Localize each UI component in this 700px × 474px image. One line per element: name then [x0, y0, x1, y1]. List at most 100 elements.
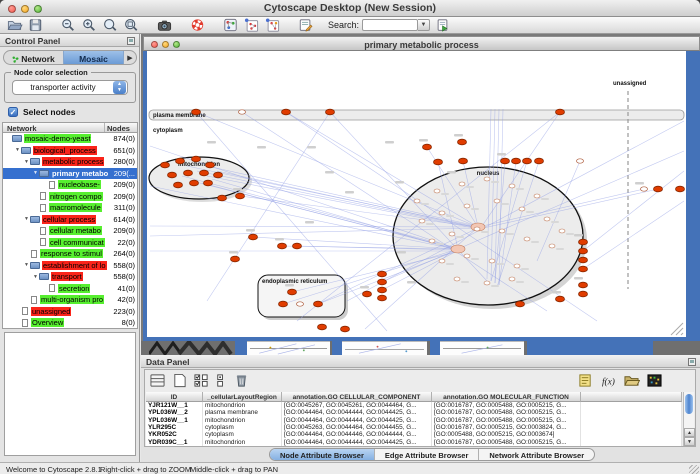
tab-node-attribute-browser[interactable]: Node Attribute Browser	[270, 449, 375, 460]
expand-arrow-icon[interactable]: ▼	[23, 159, 30, 165]
tree-row[interactable]: ▼metabolic process280(0)	[3, 156, 137, 168]
column-header[interactable]	[581, 392, 682, 402]
network-node[interactable]	[556, 109, 565, 115]
nucleus-node[interactable]	[509, 277, 515, 281]
snapshot-camera-icon[interactable]	[156, 18, 173, 32]
float-panel-icon[interactable]	[688, 358, 696, 366]
table-cell[interactable]: cytoplasm	[203, 431, 282, 438]
network-node[interactable]	[579, 291, 588, 297]
tab-edge-attribute-browser[interactable]: Edge Attribute Browser	[375, 449, 479, 460]
table-cell[interactable]: plasma membrane	[203, 409, 282, 416]
nucleus-node[interactable]	[509, 184, 515, 188]
attribute-table-icon[interactable]	[149, 373, 166, 388]
network-node[interactable]	[579, 248, 588, 254]
network-node-unselected[interactable]	[239, 110, 246, 114]
formula-icon[interactable]: f(x)	[600, 373, 617, 388]
table-cell[interactable]: [GO:0005488, GO:0005215, GO:0003674]	[432, 431, 581, 438]
open-file-icon[interactable]	[6, 18, 23, 32]
expand-arrow-icon[interactable]: ▼	[14, 147, 21, 153]
table-cell[interactable]: YDR039C__1	[146, 439, 203, 446]
birdseye-view-panel[interactable]	[4, 332, 136, 456]
notes-icon[interactable]	[577, 373, 594, 388]
table-cell[interactable]: mitochondrion	[203, 417, 282, 424]
network-node[interactable]	[378, 271, 387, 277]
network-node[interactable]	[378, 295, 387, 301]
network-node[interactable]	[236, 193, 245, 199]
network-node[interactable]	[318, 324, 327, 330]
network-node[interactable]	[423, 144, 432, 150]
select-attributes-icon[interactable]	[193, 373, 210, 388]
tab-mosaic[interactable]: Mosaic	[63, 51, 124, 64]
table-cell[interactable]: [GO:0044464, GO:0044446, GO:0044444, G..…	[282, 431, 432, 438]
nucleus-node[interactable]	[429, 239, 435, 243]
search-input[interactable]	[362, 19, 418, 31]
network-node[interactable]	[556, 296, 565, 302]
network-node[interactable]	[314, 301, 323, 307]
network-node[interactable]	[176, 158, 185, 164]
tab-scroll-right-icon[interactable]: ▶	[124, 54, 136, 62]
tree-row[interactable]: nitrogen compo209(0)	[3, 191, 137, 203]
layout-a-icon[interactable]	[243, 18, 260, 32]
import-attributes-icon[interactable]	[623, 373, 640, 388]
network-node[interactable]	[341, 326, 350, 332]
table-cell[interactable]: YKR052C	[146, 431, 203, 438]
table-cell[interactable]: [GO:0044464, GO:0044444, GO:0044425, G..…	[282, 409, 432, 416]
network-node[interactable]	[434, 159, 443, 165]
network-node[interactable]	[231, 256, 240, 262]
nucleus-node[interactable]	[454, 277, 460, 281]
nucleus-node[interactable]	[449, 232, 455, 236]
table-cell[interactable]: [GO:0045263, GO:0044464, GO:0044455, G..…	[282, 424, 432, 431]
zoom-in-icon[interactable]	[81, 18, 98, 32]
zoom-fit-icon[interactable]	[102, 18, 119, 32]
network-node[interactable]	[326, 109, 335, 115]
search-dropdown-arrow-icon[interactable]: ▼	[418, 19, 430, 31]
nucleus-node[interactable]	[439, 259, 445, 263]
table-cell[interactable]: [GO:0016787, GO:0005488, GO:0005215, G..…	[432, 439, 581, 446]
network-node[interactable]	[168, 172, 177, 178]
network-node[interactable]	[523, 158, 532, 164]
resize-grip[interactable]	[689, 465, 699, 474]
network-node[interactable]	[535, 158, 544, 164]
tree-row[interactable]: cell communicat22(0)	[3, 237, 137, 249]
nucleus-node[interactable]	[459, 182, 465, 186]
new-attribute-icon[interactable]	[171, 373, 188, 388]
network-node[interactable]	[458, 139, 467, 145]
network-canvas[interactable]: plasma membranecytoplasmmitochondrionnuc…	[147, 51, 686, 337]
tree-row[interactable]: ▼primary metabo209(...	[3, 168, 137, 180]
nucleus-node[interactable]	[559, 229, 565, 233]
table-cell[interactable]: [GO:0016787, GO:0005488, GO:0005215, G..…	[432, 417, 581, 424]
zoom-out-icon[interactable]	[60, 18, 77, 32]
network-node[interactable]	[579, 282, 588, 288]
matrix-icon[interactable]	[646, 373, 663, 388]
network-node[interactable]	[516, 301, 525, 307]
column-header[interactable]: ID	[146, 392, 203, 402]
table-cell[interactable]: YLR295C	[146, 424, 203, 431]
table-cell[interactable]: [GO:0016787, GO:0005215, GO:0003824, G..…	[432, 424, 581, 431]
nucleus-node[interactable]	[494, 199, 500, 203]
network-node[interactable]	[174, 182, 183, 188]
scrollbar-thumb[interactable]	[685, 394, 693, 414]
table-row[interactable]: YJR121W__1mitochondrion[GO:0045267, GO:0…	[146, 402, 682, 409]
column-header[interactable]: annotation.GO CELLULAR_COMPONENT	[282, 392, 432, 402]
nucleus-node[interactable]	[519, 207, 525, 211]
table-cell[interactable]: [GO:0044464, GO:0044444, GO:0044425, G..…	[282, 417, 432, 424]
table-cell[interactable]: [GO:0016787, GO:0005488, GO:0005215, G..…	[432, 409, 581, 416]
table-cell[interactable]: [GO:0016787, GO:0005488, GO:0005215, G..…	[432, 402, 581, 409]
nucleus-node[interactable]	[464, 204, 470, 208]
table-cell[interactable]: YPL036W__2	[146, 409, 203, 416]
nucleus-node[interactable]	[439, 211, 445, 215]
layout-b-icon[interactable]	[264, 18, 281, 32]
network-node[interactable]	[282, 109, 291, 115]
tree-row[interactable]: macromolecule311(0)	[3, 202, 137, 214]
expand-arrow-icon[interactable]: ▼	[32, 170, 39, 176]
network-node-unselected[interactable]	[641, 187, 648, 191]
delete-attribute-icon[interactable]	[233, 373, 250, 388]
table-cell[interactable]: mitochondrion	[203, 402, 282, 409]
tree-column-network[interactable]: Network	[3, 123, 105, 132]
float-panel-icon[interactable]	[127, 37, 135, 45]
tree-row[interactable]: ▼cellular process614(0)	[3, 214, 137, 226]
tree-row[interactable]: unassigned223(0)	[3, 306, 137, 318]
network-node[interactable]	[676, 186, 685, 192]
scroll-down-icon[interactable]: ▼	[684, 437, 695, 446]
network-node[interactable]	[190, 180, 199, 186]
